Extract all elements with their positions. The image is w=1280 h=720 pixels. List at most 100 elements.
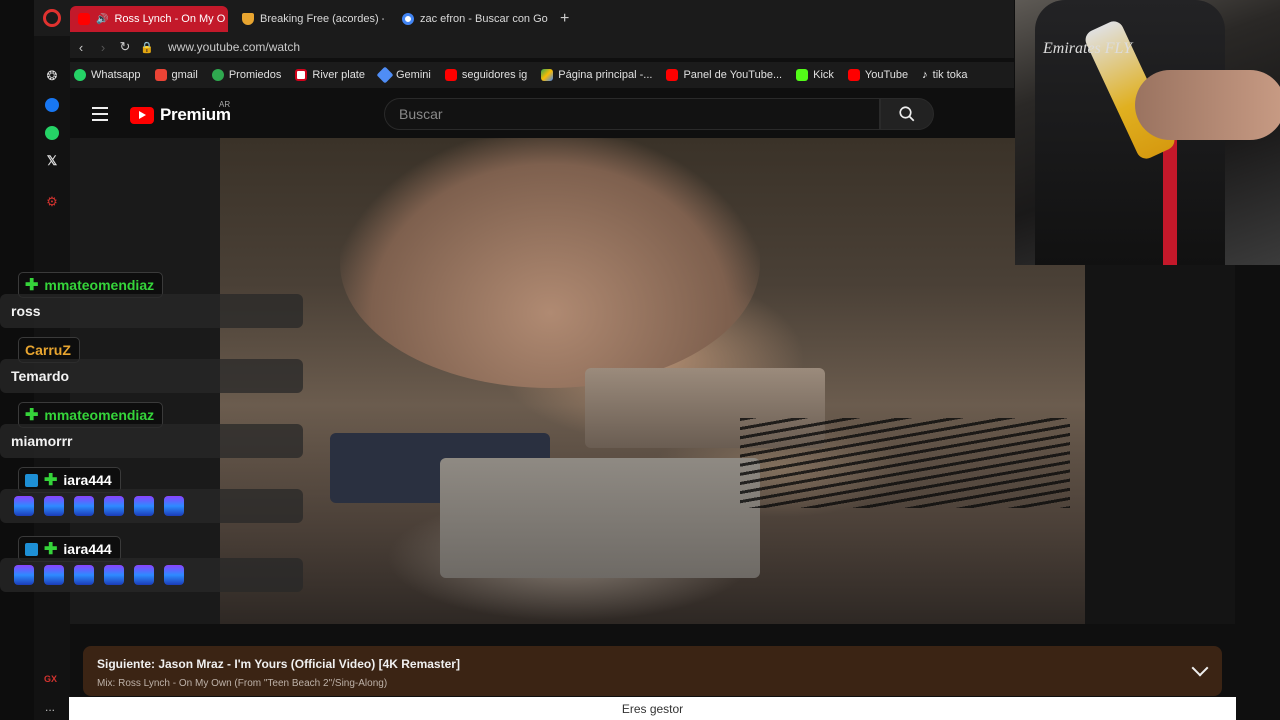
bookmark-whatsapp[interactable]: Whatsapp	[74, 69, 141, 81]
speaker-icon[interactable]: 🔊	[96, 14, 108, 25]
emote-icon	[104, 496, 124, 516]
bookmark-label: gmail	[171, 69, 198, 81]
tiktok-icon: ♪	[922, 69, 928, 81]
video-player[interactable]	[220, 138, 1085, 624]
menu-hamburger-icon[interactable]	[92, 107, 108, 121]
river-plate-icon	[295, 69, 308, 81]
chat-emote-row	[0, 489, 303, 523]
emote-icon	[164, 565, 184, 585]
emote-icon	[74, 496, 94, 516]
subscriber-badge-icon	[25, 542, 38, 556]
bookmark-tiktok[interactable]: ♪ tik toka	[922, 69, 967, 81]
chat-message: CarruZ Temardo	[0, 337, 305, 402]
x-twitter-icon[interactable]: 𝕏	[42, 151, 62, 171]
drive-icon	[541, 69, 554, 81]
webcam-shirt-text: Emirates FLY	[1043, 40, 1133, 57]
tab-zac-efron[interactable]: zac efron - Buscar con Go	[394, 6, 550, 32]
bookmark-label: seguidores ig	[461, 69, 528, 81]
plus-badge-icon: ✚	[25, 277, 39, 294]
youtube-favicon-icon	[78, 13, 90, 25]
chat-message-text: Temardo	[0, 359, 303, 393]
plus-badge-icon: ✚	[44, 472, 58, 489]
search-button[interactable]	[880, 98, 934, 130]
youtube-icon	[847, 69, 860, 81]
emote-icon	[14, 496, 34, 516]
video-frame-foot	[340, 138, 760, 388]
reload-icon[interactable]: ↻	[114, 39, 136, 55]
whatsapp-sidebar-icon[interactable]	[42, 123, 62, 143]
region-label: AR	[219, 100, 231, 109]
address-bar: ‹ › ↻ 🔒 www.youtube.com/watch	[70, 36, 1014, 58]
bookmark-river-plate[interactable]: River plate	[295, 69, 365, 81]
settings-gear-icon[interactable]: ⚙	[42, 192, 62, 212]
emote-icon	[134, 565, 154, 585]
gemini-icon	[376, 66, 394, 84]
bookmark-gemini[interactable]: Gemini	[376, 66, 431, 84]
emote-icon	[134, 496, 154, 516]
bookmark-seguidores[interactable]: seguidores ig	[444, 69, 528, 81]
emote-icon	[74, 565, 94, 585]
chat-message-text: miamorrr	[0, 424, 303, 458]
emote-icon	[14, 565, 34, 585]
whatsapp-icon	[74, 69, 86, 81]
search-icon	[899, 106, 915, 122]
bookmarks-bar: Whatsapp gmail Promiedos River plate Gem…	[70, 62, 1014, 88]
chat-message: ✚ mmateomendiaz miamorrr	[0, 402, 305, 467]
tab-ross-lynch[interactable]: 🔊 Ross Lynch - On My O	[70, 6, 228, 32]
messenger-icon[interactable]	[42, 95, 62, 115]
shield-favicon-icon	[242, 13, 254, 25]
webcam-arm	[1135, 70, 1280, 140]
lock-icon: 🔒	[140, 41, 154, 54]
bookmark-label: Whatsapp	[91, 69, 141, 81]
chatgpt-icon[interactable]: ❂	[42, 66, 62, 86]
tab-breaking-free[interactable]: Breaking Free (acordes) -	[234, 6, 384, 32]
up-next-title[interactable]: Siguiente: Jason Mraz - I'm Yours (Offic…	[97, 657, 460, 671]
opera-logo-icon[interactable]	[43, 9, 61, 27]
forward-arrow-icon[interactable]: ›	[92, 40, 114, 55]
more-options-icon[interactable]: ...	[45, 700, 55, 714]
chat-username: iara444	[63, 541, 112, 557]
emote-icon	[164, 496, 184, 516]
chevron-down-icon[interactable]	[1191, 659, 1209, 677]
tab-label: zac efron - Buscar con Go	[420, 13, 548, 25]
emote-icon	[104, 565, 124, 585]
video-frame-pedal-grey	[440, 458, 760, 578]
search-placeholder: Buscar	[399, 106, 443, 122]
bookmark-label: Promiedos	[228, 69, 282, 81]
google-favicon-icon	[402, 13, 414, 25]
chat-message-text: ross	[0, 294, 303, 328]
bookmark-label: YouTube	[864, 69, 909, 81]
youtube-play-icon	[130, 106, 154, 124]
subscriber-badge-icon	[25, 473, 38, 487]
bookmark-label: tik toka	[932, 69, 968, 81]
up-next-subtitle: Mix: Ross Lynch - On My Own (From "Teen …	[97, 678, 388, 689]
chat-username: iara444	[63, 472, 112, 488]
chat-message: ✚ iara444	[0, 467, 305, 536]
bookmark-panel-youtube[interactable]: Panel de YouTube...	[666, 69, 782, 81]
back-arrow-icon[interactable]: ‹	[70, 40, 92, 55]
screen: 🔊 Ross Lynch - On My O Breaking Free (ac…	[0, 0, 1280, 720]
status-bar: Eres gestor	[69, 697, 1236, 720]
bookmark-pagina-principal[interactable]: Página principal -...	[541, 69, 652, 81]
tab-label: Breaking Free (acordes) -	[260, 13, 384, 25]
bookmark-youtube[interactable]: YouTube	[847, 69, 909, 81]
plus-badge-icon: ✚	[25, 407, 39, 424]
bookmark-label: Página principal -...	[558, 69, 653, 81]
bookmark-kick[interactable]: Kick	[796, 69, 834, 81]
tab-label: Ross Lynch - On My O	[114, 13, 226, 25]
search-input[interactable]: Buscar	[384, 98, 880, 130]
youtube-header: Premium AR Buscar	[70, 92, 1014, 138]
status-bar-text: Eres gestor	[621, 701, 684, 716]
new-tab-button[interactable]: +	[560, 10, 569, 28]
bookmark-promiedos[interactable]: Promiedos	[211, 69, 282, 81]
bookmark-label: Gemini	[395, 69, 431, 81]
youtube-premium-logo[interactable]: Premium	[130, 105, 231, 125]
video-frame-cables	[740, 418, 1070, 508]
gx-corner-icon[interactable]: GX	[44, 674, 57, 684]
up-next-panel[interactable]: Siguiente: Jason Mraz - I'm Yours (Offic…	[83, 646, 1222, 696]
bookmark-gmail[interactable]: gmail	[154, 69, 198, 81]
url-field[interactable]: www.youtube.com/watch	[168, 40, 300, 54]
webcam-overlay: Emirates FLY	[1015, 0, 1280, 265]
emote-icon	[44, 496, 64, 516]
chat-message: ✚ iara444	[0, 536, 305, 601]
